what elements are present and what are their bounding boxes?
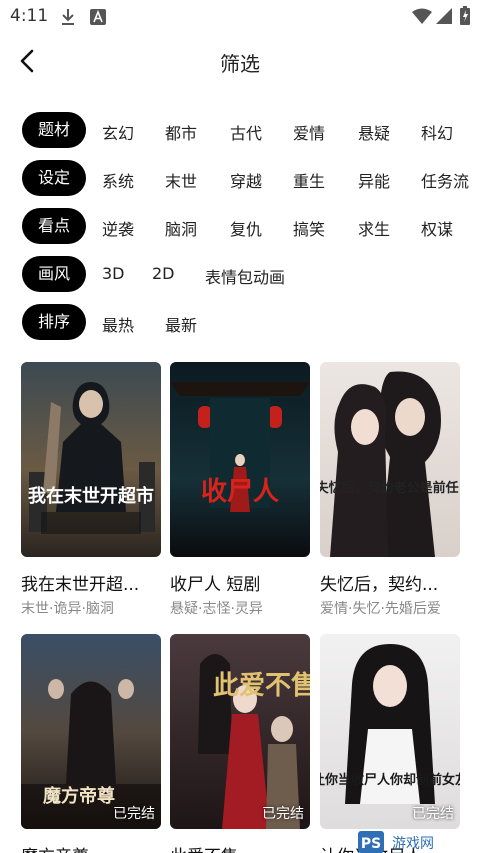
cover-illustration: 魔方帝尊: [21, 634, 161, 829]
filter-option[interactable]: 爱情: [293, 120, 325, 144]
filter-category-sort[interactable]: 排序: [22, 304, 86, 340]
filter-option[interactable]: 逆袭: [102, 216, 134, 240]
filter-option[interactable]: 悬疑: [358, 120, 390, 144]
book-cover[interactable]: 魔方帝尊 已完结: [21, 634, 161, 829]
filter-option[interactable]: 权谋: [421, 216, 453, 240]
wifi-icon: [412, 8, 432, 24]
svg-text:游戏网: 游戏网: [392, 836, 434, 852]
cover-illustration: 收尸人: [170, 362, 310, 557]
filter-option[interactable]: 科幻: [421, 120, 453, 144]
download-icon: [62, 9, 74, 25]
filter-option[interactable]: 求生: [358, 216, 390, 240]
book-cover[interactable]: 我在末世开超市: [21, 362, 161, 557]
filter-row-sort: 排序 最热 最新: [0, 302, 480, 342]
completion-badge: 已完结: [262, 806, 304, 822]
filter-row-setting: 设定 系统 末世 穿越 重生 异能 任务流: [0, 158, 480, 198]
completion-badge: 已完结: [412, 806, 454, 822]
cover-title-art: 我在末世开超市: [28, 485, 154, 507]
filter-category-highlight[interactable]: 看点: [22, 208, 86, 244]
filter-row-genre: 题材 玄幻 都市 古代 爱情 悬疑 科幻: [0, 110, 480, 150]
sort-option[interactable]: 最热: [102, 312, 134, 336]
battery-charging-icon: [460, 6, 470, 25]
cover-title-art: 失忆后，契约老公是前任!: [320, 480, 460, 496]
filter-option[interactable]: 系统: [102, 168, 134, 192]
book-cover[interactable]: 失忆后，契约老公是前任!: [320, 362, 460, 557]
filter-option[interactable]: 末世: [165, 168, 197, 192]
book-cover[interactable]: 此爱不售 已完结: [170, 634, 310, 829]
filter-option[interactable]: 穿越: [230, 168, 262, 192]
cover-title-art: 让你当收尸人你却创前女友: [320, 772, 460, 788]
app-notification-icon: [90, 9, 106, 25]
book-tags: 末世·诡异·脑洞: [21, 601, 114, 617]
cover-illustration: 失忆后，契约老公是前任!: [320, 362, 460, 557]
filter-row-highlight: 看点 逆袭 脑洞 复仇 搞笑 求生 权谋: [0, 206, 480, 246]
site-watermark-logo: PS 游戏网: [358, 831, 434, 853]
book-tags: 悬疑·志怪·灵异: [170, 601, 263, 617]
filter-option[interactable]: 脑洞: [165, 216, 197, 240]
cover-title-art: 此爱不售: [213, 670, 310, 701]
book-cover[interactable]: 让你当收尸人你却创前女友 已完结: [320, 634, 460, 829]
book-title[interactable]: 失忆后，契约...: [320, 570, 470, 595]
filter-category-genre[interactable]: 题材: [22, 112, 86, 148]
filter-option[interactable]: 异能: [358, 168, 390, 192]
filter-option[interactable]: 都市: [165, 120, 197, 144]
completion-badge: 已完结: [113, 806, 155, 822]
filter-option[interactable]: 表情包动画: [205, 264, 285, 288]
filter-category-art-style[interactable]: 画风: [22, 256, 86, 292]
filter-option[interactable]: 复仇: [230, 216, 262, 240]
cover-illustration: 让你当收尸人你却创前女友: [320, 634, 460, 829]
book-title[interactable]: 收尸人 短剧: [170, 570, 320, 595]
filter-option[interactable]: 3D: [102, 264, 125, 283]
filter-row-art-style: 画风 3D 2D 表情包动画: [0, 254, 480, 294]
cover-illustration: 此爱不售: [170, 634, 310, 829]
book-tags: 爱情·失忆·先婚后爱: [320, 601, 441, 617]
filter-option[interactable]: 2D: [152, 264, 175, 283]
filter-option[interactable]: 古代: [230, 120, 262, 144]
book-title[interactable]: 我在末世开超...: [21, 570, 171, 595]
sort-option[interactable]: 最新: [165, 312, 197, 336]
cover-illustration: 我在末世开超市: [21, 362, 161, 557]
filter-option[interactable]: 任务流: [421, 168, 469, 192]
svg-text:PS: PS: [361, 836, 381, 852]
filter-option[interactable]: 玄幻: [102, 120, 134, 144]
cover-title-art: 收尸人: [201, 477, 279, 507]
book-title[interactable]: 此爱不售: [170, 842, 320, 853]
status-bar: 4:11: [0, 0, 480, 34]
filter-option[interactable]: 搞笑: [293, 216, 325, 240]
page-title: 筛选: [220, 52, 260, 76]
filter-option[interactable]: 重生: [293, 168, 325, 192]
filter-category-setting[interactable]: 设定: [22, 160, 86, 196]
signal-icon: [436, 8, 452, 24]
book-cover[interactable]: 收尸人: [170, 362, 310, 557]
status-time: 4:11: [10, 6, 49, 26]
cover-title-art: 魔方帝尊: [43, 785, 115, 807]
nav-bar: 筛选: [0, 34, 480, 88]
book-title[interactable]: 魔方帝尊: [21, 842, 171, 853]
